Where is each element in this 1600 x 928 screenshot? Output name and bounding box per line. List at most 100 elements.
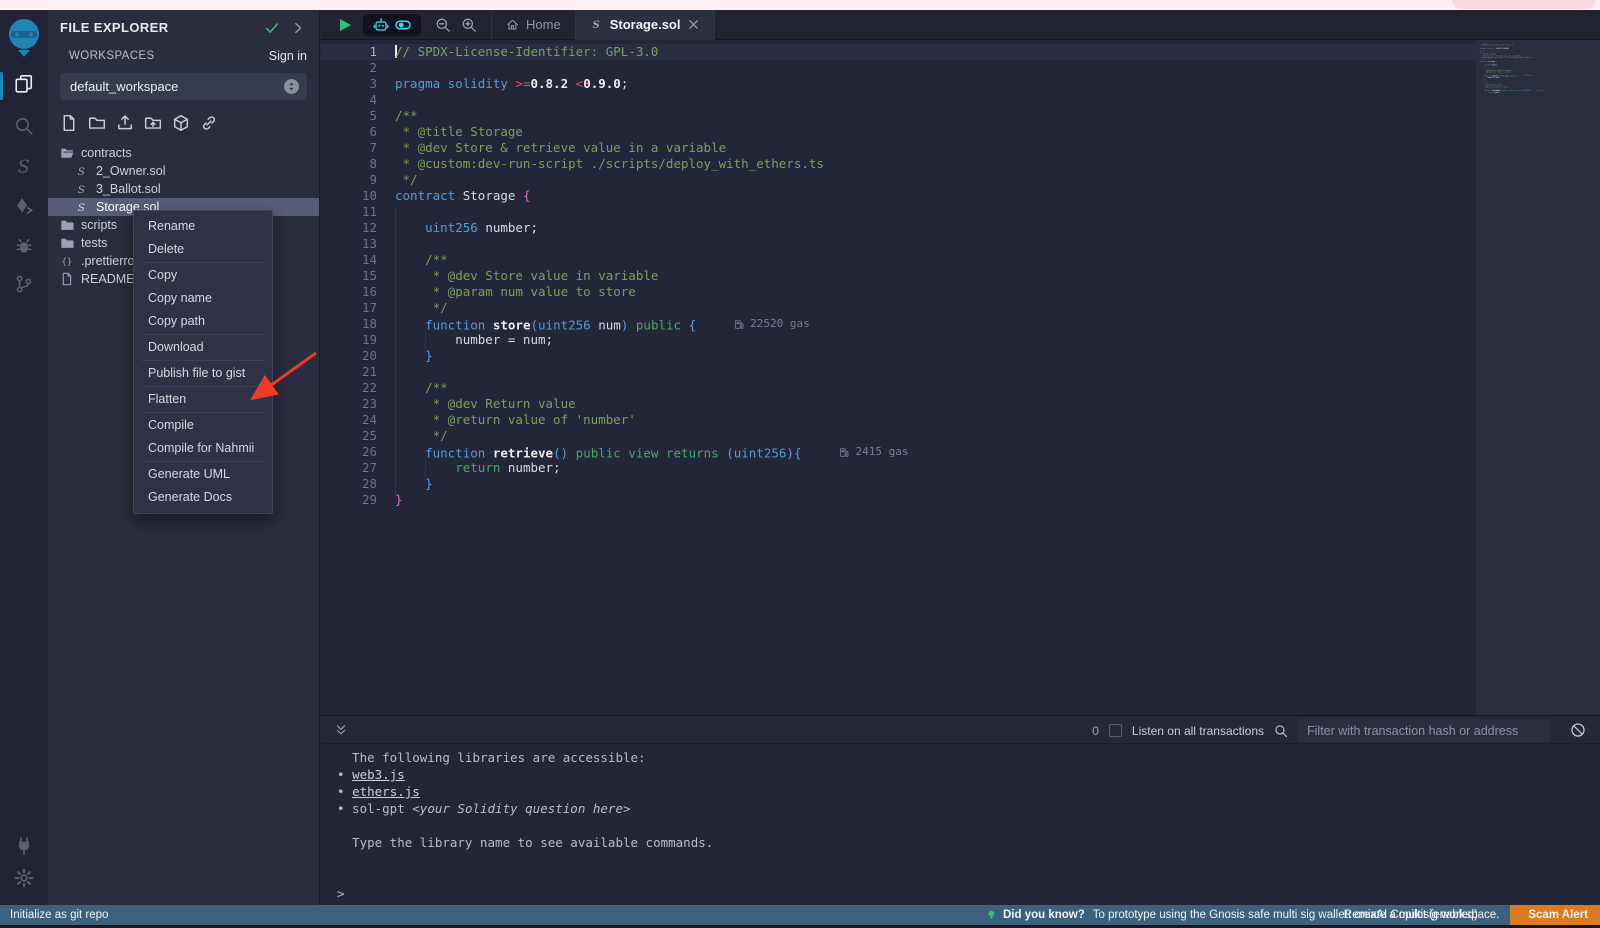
line-number: 1 — [321, 44, 377, 60]
solidity-icon: S — [75, 200, 89, 214]
file-context-menu: RenameDelete CopyCopy nameCopy path Downlo… — [133, 210, 273, 514]
copilot-toggle-icon — [395, 17, 411, 33]
workspace-updown-icon — [284, 79, 299, 94]
sidebar-item-deploy-run[interactable] — [0, 190, 48, 226]
code-line: * @param num value to store — [395, 284, 908, 300]
menu-item-copy[interactable]: Copy — [134, 264, 272, 287]
sidebar-item-settings[interactable] — [0, 862, 48, 898]
home-icon — [506, 18, 519, 31]
code-line: function store(uint256 num) public {2252… — [395, 316, 908, 332]
menu-divider — [142, 360, 264, 361]
library-link-ethers-js[interactable]: ethers.js — [352, 784, 420, 799]
solidity-icon: S — [75, 182, 89, 196]
code-line: * @dev Return value — [395, 396, 908, 412]
terminal-output[interactable]: The following libraries are accessible:•… — [337, 749, 713, 902]
tree-item-2-owner-sol[interactable]: S2_Owner.sol — [48, 162, 319, 180]
tree-item-label: README. — [81, 272, 138, 286]
menu-item-publish-file-to-gist[interactable]: Publish file to gist — [134, 362, 272, 385]
sidebar-item-debugger[interactable] — [0, 230, 48, 266]
file-explorer-toolbar — [60, 114, 307, 132]
sidebar-item-file-explorer[interactable] — [0, 68, 48, 104]
code-line — [395, 92, 908, 108]
terminal-line: • web3.js — [337, 766, 713, 783]
tree-item-3-ballot-sol[interactable]: S3_Ballot.sol — [48, 180, 319, 198]
link-icon[interactable] — [200, 114, 218, 132]
tab-home[interactable]: Home — [492, 10, 576, 40]
upload-file-icon[interactable] — [116, 114, 134, 132]
scam-alert-button[interactable]: Scam Alert — [1510, 905, 1600, 925]
listen-checkbox[interactable] — [1109, 724, 1122, 737]
svg-text:S: S — [78, 184, 85, 196]
line-number: 10 — [321, 188, 377, 204]
git-init-link[interactable]: Initialize as git repo — [10, 905, 108, 925]
gas-estimate: 22520 gas — [1523, 75, 1533, 77]
library-link-web3-js[interactable]: web3.js — [352, 767, 405, 782]
collapse-panel-chevron-icon[interactable] — [291, 21, 305, 35]
terminal-expand-icon[interactable] — [334, 723, 348, 737]
remix-logo-icon[interactable] — [7, 18, 41, 58]
workspace-select[interactable]: default_workspace — [60, 73, 307, 100]
menu-item-copy-path[interactable]: Copy path — [134, 310, 272, 333]
line-number: 20 — [321, 348, 377, 364]
clear-console-icon[interactable] — [1570, 722, 1586, 738]
create-file-icon[interactable] — [60, 114, 78, 132]
run-script-button[interactable] — [337, 17, 353, 33]
sidebar-item-git[interactable] — [0, 268, 48, 304]
terminal-line — [337, 868, 713, 885]
tree-item-contracts[interactable]: contracts — [48, 144, 319, 162]
command-hint: <your Solidity question here> — [412, 801, 630, 816]
file-explorer-icon — [14, 74, 34, 99]
menu-item-compile[interactable]: Compile — [134, 414, 272, 437]
minimap[interactable]: // SPDX-License-Identifier: GPL-3.0 prag… — [1476, 40, 1600, 715]
line-number: 7 — [321, 140, 377, 156]
menu-item-flatten[interactable]: Flatten — [134, 388, 272, 411]
tab-storage-sol[interactable]: S Storage.sol — [576, 10, 716, 40]
solidity-file-icon: S — [590, 18, 603, 31]
line-number-gutter: 1234567891011121314151617181920212223242… — [321, 44, 377, 508]
code-editor[interactable]: 1234567891011121314151617181920212223242… — [321, 40, 1600, 715]
browser-top-strip — [0, 0, 1600, 10]
bug-icon — [14, 236, 34, 261]
menu-divider — [142, 412, 264, 413]
menu-item-generate-docs[interactable]: Generate Docs — [134, 486, 272, 509]
copilot-box[interactable] — [363, 14, 421, 36]
code-line: pragma solidity >=0.8.2 <0.9.0; — [395, 76, 908, 92]
sidebar-item-solidity-compiler[interactable]: S — [0, 150, 48, 186]
sidebar-item-search[interactable] — [0, 110, 48, 146]
zoom-out-button[interactable] — [435, 17, 451, 33]
code-line: contract Storage { — [395, 188, 908, 204]
menu-item-compile-for-nahmii[interactable]: Compile for Nahmii — [134, 437, 272, 460]
copilot-status[interactable]: RemixAI Copilot (enabled) — [1344, 905, 1478, 925]
line-number: 4 — [321, 92, 377, 108]
sidebar-item-plugin-manager[interactable] — [0, 830, 48, 866]
menu-item-download[interactable]: Download — [134, 336, 272, 359]
menu-item-rename[interactable]: Rename — [134, 215, 272, 238]
menu-item-copy-name[interactable]: Copy name — [134, 287, 272, 310]
menu-item-delete[interactable]: Delete — [134, 238, 272, 261]
tree-item-label: scripts — [81, 218, 117, 232]
terminal-header: 0 Listen on all transactions — [321, 715, 1600, 744]
sign-in-button[interactable]: Sign in — [264, 49, 307, 63]
code-line: } — [395, 492, 908, 508]
line-number: 6 — [321, 124, 377, 140]
terminal-prompt[interactable]: > — [337, 885, 713, 902]
line-number: 28 — [321, 476, 377, 492]
main-area: Home S Storage.sol 123456789101112131415… — [321, 10, 1600, 905]
check-icon[interactable] — [265, 21, 279, 35]
line-number: 9 — [321, 172, 377, 188]
terminal-search-icon[interactable] — [1274, 724, 1288, 738]
transaction-filter-input[interactable] — [1298, 719, 1550, 742]
menu-item-generate-uml[interactable]: Generate UML — [134, 463, 272, 486]
line-number: 12 — [321, 220, 377, 236]
workspaces-label: WORKSPACES — [69, 50, 155, 62]
ipfs-box-icon[interactable] — [172, 114, 190, 132]
zoom-in-button[interactable] — [461, 17, 477, 33]
gas-pump-icon — [839, 447, 850, 458]
terminal-line: • sol-gpt <your Solidity question here> — [337, 800, 713, 817]
workspace-name: default_workspace — [70, 79, 178, 94]
line-number: 29 — [321, 492, 377, 508]
upload-folder-icon[interactable] — [144, 114, 162, 132]
create-folder-icon[interactable] — [88, 114, 106, 132]
bulb-icon — [986, 908, 997, 922]
close-tab-icon[interactable] — [687, 18, 700, 31]
